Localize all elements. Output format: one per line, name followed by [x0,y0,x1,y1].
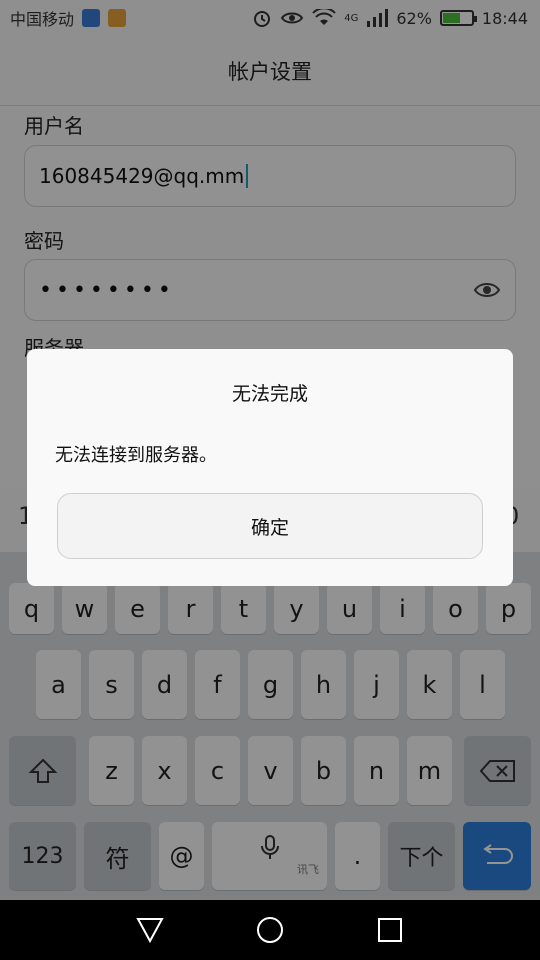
dialog-message: 无法连接到服务器。 [55,445,217,466]
dialog-title: 无法完成 [231,383,308,405]
system-nav-bar [0,900,540,960]
home-nav-icon[interactable] [255,915,285,945]
back-nav-icon[interactable] [135,916,165,944]
error-dialog: 无法完成 无法连接到服务器。 确定 [27,349,513,586]
confirm-button[interactable]: 确定 [57,493,483,559]
recents-nav-icon[interactable] [377,917,403,943]
